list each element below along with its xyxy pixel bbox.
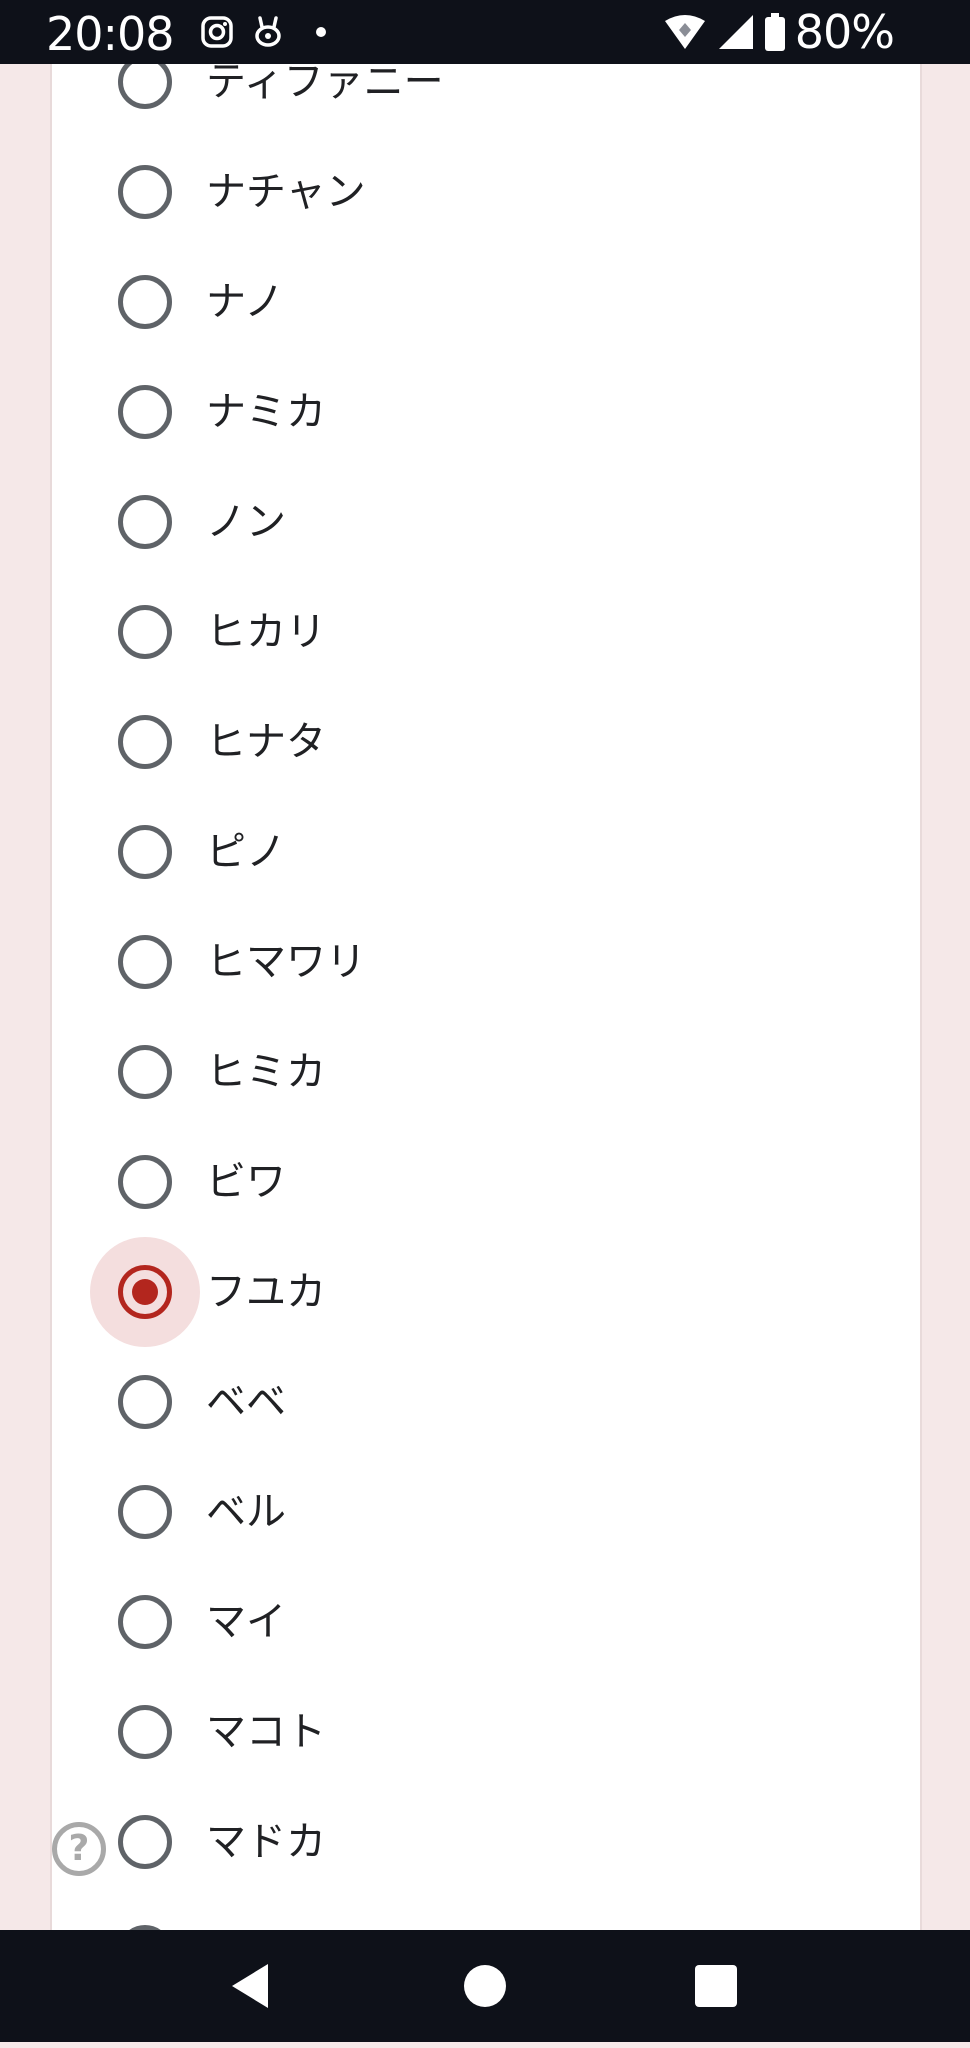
radio-button[interactable] (118, 605, 172, 659)
radio-option[interactable]: ベル (52, 1457, 920, 1567)
radio-button[interactable] (118, 385, 172, 439)
radio-button[interactable] (118, 275, 172, 329)
back-icon[interactable] (220, 1956, 280, 2016)
radio-option[interactable]: ナミカ (52, 357, 920, 467)
radio-option[interactable]: ピノ (52, 797, 920, 907)
radio-button[interactable] (118, 64, 172, 109)
radio-touch-target[interactable] (90, 1787, 200, 1897)
radio-option-label: ナノ (206, 279, 284, 325)
radio-option[interactable]: ヒナタ (52, 687, 920, 797)
radio-touch-target[interactable] (90, 1127, 200, 1237)
radio-option[interactable]: マコト (52, 1677, 920, 1787)
recents-icon[interactable] (686, 1956, 746, 2016)
radio-button[interactable] (118, 1045, 172, 1099)
radio-touch-target[interactable] (90, 1017, 200, 1127)
radio-button[interactable] (118, 715, 172, 769)
radio-touch-target[interactable] (90, 1347, 200, 1457)
radio-touch-target[interactable] (90, 1237, 200, 1347)
radio-option[interactable]: ナチャン (52, 137, 920, 247)
status-bar: 20:08 80% (0, 0, 970, 64)
wifi-icon (664, 15, 705, 49)
radio-touch-target[interactable] (90, 577, 200, 687)
radio-option[interactable]: マイ (52, 1567, 920, 1677)
radio-touch-target[interactable] (90, 1677, 200, 1787)
radio-touch-target[interactable] (90, 247, 200, 357)
radio-button[interactable] (118, 1485, 172, 1539)
radio-option-label: ヒマワリ (206, 939, 366, 985)
radio-touch-target[interactable] (90, 1457, 200, 1567)
radio-button[interactable] (118, 1595, 172, 1649)
radio-button-checked[interactable] (118, 1265, 172, 1319)
radio-button[interactable] (118, 825, 172, 879)
radio-button[interactable] (118, 935, 172, 989)
radio-button[interactable] (118, 495, 172, 549)
radio-option-label: マドカ (206, 1819, 326, 1865)
radio-touch-target[interactable] (90, 467, 200, 577)
radio-option-label: ナミカ (206, 389, 326, 435)
radio-option-label: ナチャン (206, 169, 366, 215)
radio-option-label: ヒカリ (206, 609, 326, 655)
status-time: 20:08 (46, 7, 175, 61)
dot-icon (316, 27, 326, 37)
radio-option-label: ベル (206, 1489, 286, 1535)
radio-option[interactable]: ナノ (52, 247, 920, 357)
status-icons-left (200, 12, 338, 52)
radio-option-label: ノン (206, 499, 286, 545)
radio-option[interactable]: ヒカリ (52, 577, 920, 687)
radio-option[interactable]: ヒミカ (52, 1017, 920, 1127)
radio-option-label: フユカ (206, 1269, 326, 1315)
radio-touch-target[interactable] (90, 64, 200, 137)
navigation-bar (0, 1930, 970, 2042)
battery-icon (764, 13, 785, 51)
radio-touch-target[interactable] (90, 137, 200, 247)
radio-dot (132, 1279, 158, 1305)
radio-option[interactable]: マドカ (52, 1787, 920, 1897)
radio-option-label: マコト (206, 1709, 326, 1755)
cat-app-icon (255, 16, 281, 47)
radio-option-label: ビワ (206, 1159, 286, 1205)
radio-touch-target[interactable] (90, 687, 200, 797)
radio-button[interactable] (118, 1815, 172, 1869)
radio-touch-target[interactable] (90, 907, 200, 1017)
radio-option[interactable]: フユカ (52, 1237, 920, 1347)
radio-touch-target[interactable] (90, 1567, 200, 1677)
home-icon[interactable] (455, 1956, 515, 2016)
radio-button[interactable] (118, 1155, 172, 1209)
radio-touch-target[interactable] (90, 357, 200, 467)
status-icons-right: 80% (663, 5, 895, 59)
radio-option[interactable]: ベベ (52, 1347, 920, 1457)
radio-option-label: ティファニー (206, 64, 444, 105)
radio-button[interactable] (118, 1705, 172, 1759)
radio-option[interactable]: ビワ (52, 1127, 920, 1237)
radio-touch-target[interactable] (90, 797, 200, 907)
battery-percentage: 80% (794, 5, 895, 59)
help-icon[interactable]: ? (52, 1822, 106, 1876)
radio-option[interactable] (52, 1897, 920, 1930)
radio-option-label: ピノ (206, 829, 286, 875)
radio-touch-target[interactable] (90, 1897, 200, 1930)
radio-option-label: ヒミカ (206, 1049, 326, 1095)
radio-option[interactable]: ノン (52, 467, 920, 577)
signal-icon (718, 15, 753, 49)
form-card: ティファニーナチャンナノナミカノンヒカリヒナタピノヒマワリヒミカビワフユカベベベ… (50, 64, 922, 1930)
instagram-icon (201, 16, 233, 48)
radio-option[interactable]: ヒマワリ (52, 907, 920, 1017)
radio-button[interactable] (118, 1375, 172, 1429)
radio-button[interactable] (118, 165, 172, 219)
radio-option-label: ヒナタ (206, 719, 326, 765)
radio-option[interactable]: ティファニー (52, 64, 920, 137)
radio-option-label: ベベ (206, 1379, 286, 1425)
radio-option-label: マイ (206, 1599, 286, 1645)
